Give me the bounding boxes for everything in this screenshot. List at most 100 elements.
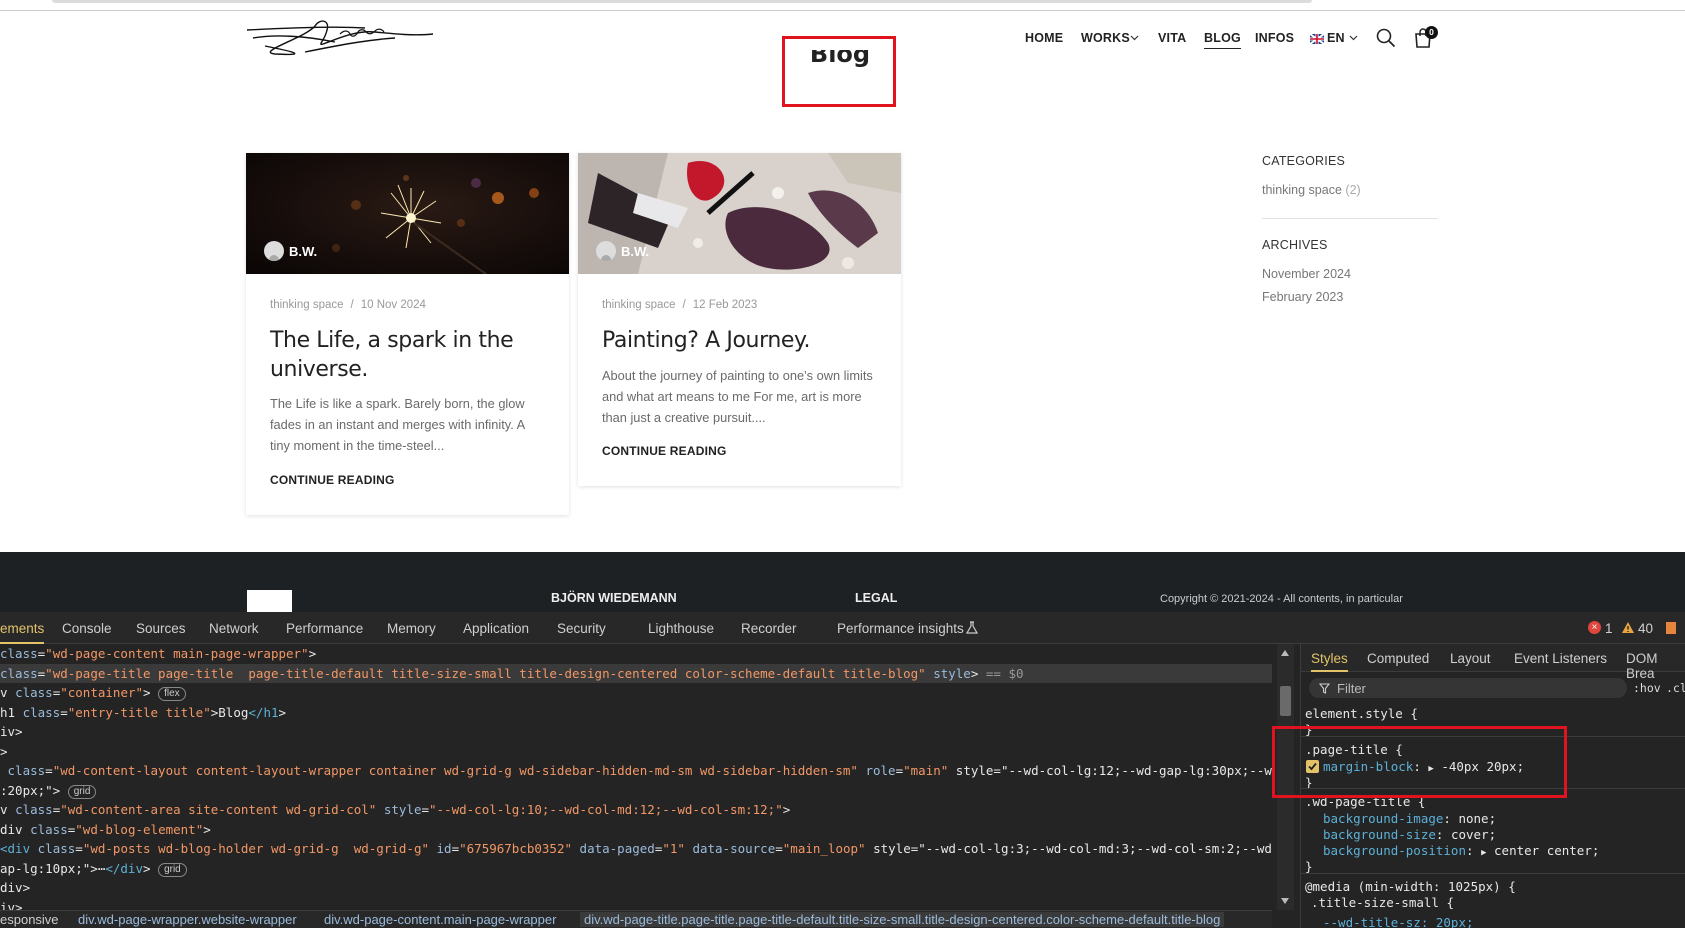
css-declaration[interactable]: background-position: ▶ center center; bbox=[1323, 843, 1599, 858]
nav-infos[interactable]: INFOS bbox=[1255, 31, 1294, 45]
categories-heading: CATEGORIES bbox=[1262, 154, 1346, 168]
dom-node-line[interactable]: <div class="wd-posts wd-blog-holder wd-g… bbox=[0, 839, 1272, 859]
breadcrumb-item[interactable]: div.wd-page-content.main-page-wrapper bbox=[324, 912, 556, 927]
continue-reading-link[interactable]: CONTINUE READING bbox=[270, 473, 395, 487]
tab-dom-breakpoints[interactable]: DOM Brea bbox=[1626, 651, 1685, 681]
tab-performance[interactable]: Performance bbox=[286, 621, 363, 636]
avatar-icon bbox=[264, 241, 284, 261]
breadcrumb-item-selected[interactable]: div.wd-page-title.page-title.page-title-… bbox=[580, 912, 1225, 927]
element-style-rule: element.style { bbox=[1305, 706, 1418, 721]
post-author[interactable]: B.W. bbox=[264, 241, 317, 261]
tab-memory[interactable]: Memory bbox=[387, 621, 436, 636]
tab-sources[interactable]: Sources bbox=[136, 621, 186, 636]
chevron-down-icon bbox=[1349, 35, 1358, 41]
issues-icon[interactable] bbox=[1666, 622, 1676, 634]
footer-copyright: Copyright © 2021-2024 - All contents, in… bbox=[1160, 593, 1403, 605]
header-divider bbox=[0, 10, 1685, 11]
cls-toggle[interactable]: .cls bbox=[1666, 681, 1685, 695]
language-switcher[interactable]: EN bbox=[1327, 31, 1345, 45]
post-date: 10 Nov 2024 bbox=[360, 299, 426, 311]
hov-toggle[interactable]: :hov bbox=[1633, 681, 1661, 695]
sidebar-divider bbox=[1262, 218, 1438, 219]
search-icon[interactable] bbox=[1376, 28, 1396, 48]
post-meta: thinking space/10 Nov 2024 bbox=[270, 299, 426, 311]
tab-performance-insights[interactable]: Performance insights bbox=[837, 621, 964, 636]
dom-node-line[interactable]: v class="container"> flex bbox=[0, 683, 1272, 703]
post-card[interactable]: B.W. thinking space/10 Nov 2024 The Life… bbox=[246, 153, 569, 515]
tab-recorder[interactable]: Recorder bbox=[741, 621, 797, 636]
highlight-box-title bbox=[782, 36, 896, 107]
scroll-down-icon[interactable] bbox=[1281, 898, 1289, 904]
dom-node-line[interactable]: ap-lg:10px;">⋯</div> grid bbox=[0, 859, 1272, 879]
warning-icon bbox=[1622, 622, 1634, 633]
title-size-small-rule-selector[interactable]: .title-size-small { bbox=[1311, 895, 1454, 910]
post-meta: thinking space/12 Feb 2023 bbox=[602, 299, 758, 311]
dom-node-line[interactable]: :20px;"> grid bbox=[0, 781, 1272, 801]
tab-network[interactable]: Network bbox=[209, 621, 259, 636]
flask-icon bbox=[966, 621, 978, 634]
layout-badge[interactable]: grid bbox=[158, 862, 187, 877]
uk-flag-icon bbox=[1310, 34, 1324, 44]
post-title[interactable]: The Life, a spark in the universe. bbox=[270, 326, 550, 384]
dom-node-line[interactable]: class="wd-page-title page-title page-tit… bbox=[0, 663, 1272, 683]
tab-security[interactable]: Security bbox=[557, 621, 606, 636]
tab-console[interactable]: Console bbox=[62, 621, 112, 636]
post-card[interactable]: B.W. thinking space/12 Feb 2023 Painting… bbox=[578, 153, 901, 486]
css-declaration[interactable]: background-size: cover; bbox=[1323, 827, 1496, 842]
archive-link[interactable]: November 2024 bbox=[1262, 267, 1351, 281]
scroll-up-icon[interactable] bbox=[1281, 650, 1289, 656]
devtools-tabbar: ements Console Sources Network Performan… bbox=[0, 612, 1685, 644]
archives-heading: ARCHIVES bbox=[1262, 238, 1328, 252]
layout-badge[interactable]: grid bbox=[67, 784, 97, 799]
dom-node-line[interactable]: h1 class="entry-title title">Blog</h1> bbox=[0, 703, 1272, 723]
post-category-link[interactable]: thinking space bbox=[602, 299, 676, 311]
tab-styles[interactable]: Styles bbox=[1311, 651, 1348, 672]
post-title[interactable]: Painting? A Journey. bbox=[602, 326, 882, 355]
tab-lighthouse[interactable]: Lighthouse bbox=[648, 621, 714, 636]
archive-link[interactable]: February 2023 bbox=[1262, 290, 1343, 304]
post-author[interactable]: B.W. bbox=[596, 241, 649, 261]
tab-layout[interactable]: Layout bbox=[1450, 651, 1491, 666]
browser-scrollbar-strip bbox=[52, 0, 1312, 3]
dom-node-line[interactable]: v class="wd-content-area site-content wd… bbox=[0, 800, 1272, 820]
category-link[interactable]: thinking space (2) bbox=[1262, 183, 1361, 197]
highlight-box-style-rule bbox=[1272, 726, 1567, 798]
breadcrumb-item[interactable]: esponsive bbox=[0, 912, 59, 927]
breadcrumb-item[interactable]: div.wd-page-wrapper.website-wrapper bbox=[78, 912, 297, 927]
warning-count[interactable]: 40 bbox=[1638, 621, 1653, 636]
dom-node-line[interactable]: iv> bbox=[0, 722, 1272, 742]
dom-node-line[interactable]: div class="wd-blog-element"> bbox=[0, 820, 1272, 840]
scroll-thumb[interactable] bbox=[1280, 686, 1291, 716]
dom-node-line[interactable]: > bbox=[0, 742, 1272, 762]
styles-filter-input[interactable]: Filter bbox=[1309, 678, 1627, 698]
dom-node-line[interactable]: div> bbox=[0, 878, 1272, 898]
css-declaration[interactable]: background-image: none; bbox=[1323, 811, 1496, 826]
footer-heading-legal: LEGAL bbox=[855, 591, 898, 605]
layout-badge[interactable]: flex bbox=[158, 687, 186, 701]
dom-node-line[interactable]: class="wd-content-layout content-layout-… bbox=[0, 761, 1272, 781]
post-excerpt: About the journey of painting to one’s o… bbox=[602, 368, 873, 425]
nav-blog[interactable]: BLOG bbox=[1204, 31, 1241, 49]
rule-divider bbox=[1301, 873, 1685, 874]
avatar-icon bbox=[596, 241, 616, 261]
nav-works[interactable]: WORKS bbox=[1081, 31, 1130, 45]
tab-application[interactable]: Application bbox=[463, 621, 529, 636]
error-count[interactable]: 1 bbox=[1605, 621, 1613, 636]
devtools-panel: ements Console Sources Network Performan… bbox=[0, 612, 1685, 928]
site-footer: BJÖRN WIEDEMANN LEGAL Copyright © 2021-2… bbox=[0, 552, 1685, 612]
dom-node-line[interactable]: class="wd-page-content main-page-wrapper… bbox=[0, 644, 1272, 664]
nav-home[interactable]: HOME bbox=[1025, 31, 1063, 45]
tab-event-listeners[interactable]: Event Listeners bbox=[1514, 651, 1607, 666]
footer-heading-about: BJÖRN WIEDEMANN bbox=[551, 591, 677, 605]
cart-count-badge: 0 bbox=[1425, 26, 1438, 39]
tab-computed[interactable]: Computed bbox=[1367, 651, 1429, 666]
post-category-link[interactable]: thinking space bbox=[270, 299, 344, 311]
continue-reading-link[interactable]: CONTINUE READING bbox=[602, 444, 727, 458]
tab-elements[interactable]: ements bbox=[0, 621, 45, 644]
website-viewport: HOME WORKS VITA BLOG INFOS EN 0 Blog B.W… bbox=[0, 0, 1685, 552]
logo[interactable] bbox=[245, 16, 435, 62]
styles-tabbar: Styles Computed Layout Event Listeners D… bbox=[1301, 644, 1685, 681]
error-icon: × bbox=[1588, 621, 1601, 634]
media-query: @media (min-width: 1025px) { bbox=[1305, 879, 1516, 894]
nav-vita[interactable]: VITA bbox=[1158, 31, 1186, 45]
